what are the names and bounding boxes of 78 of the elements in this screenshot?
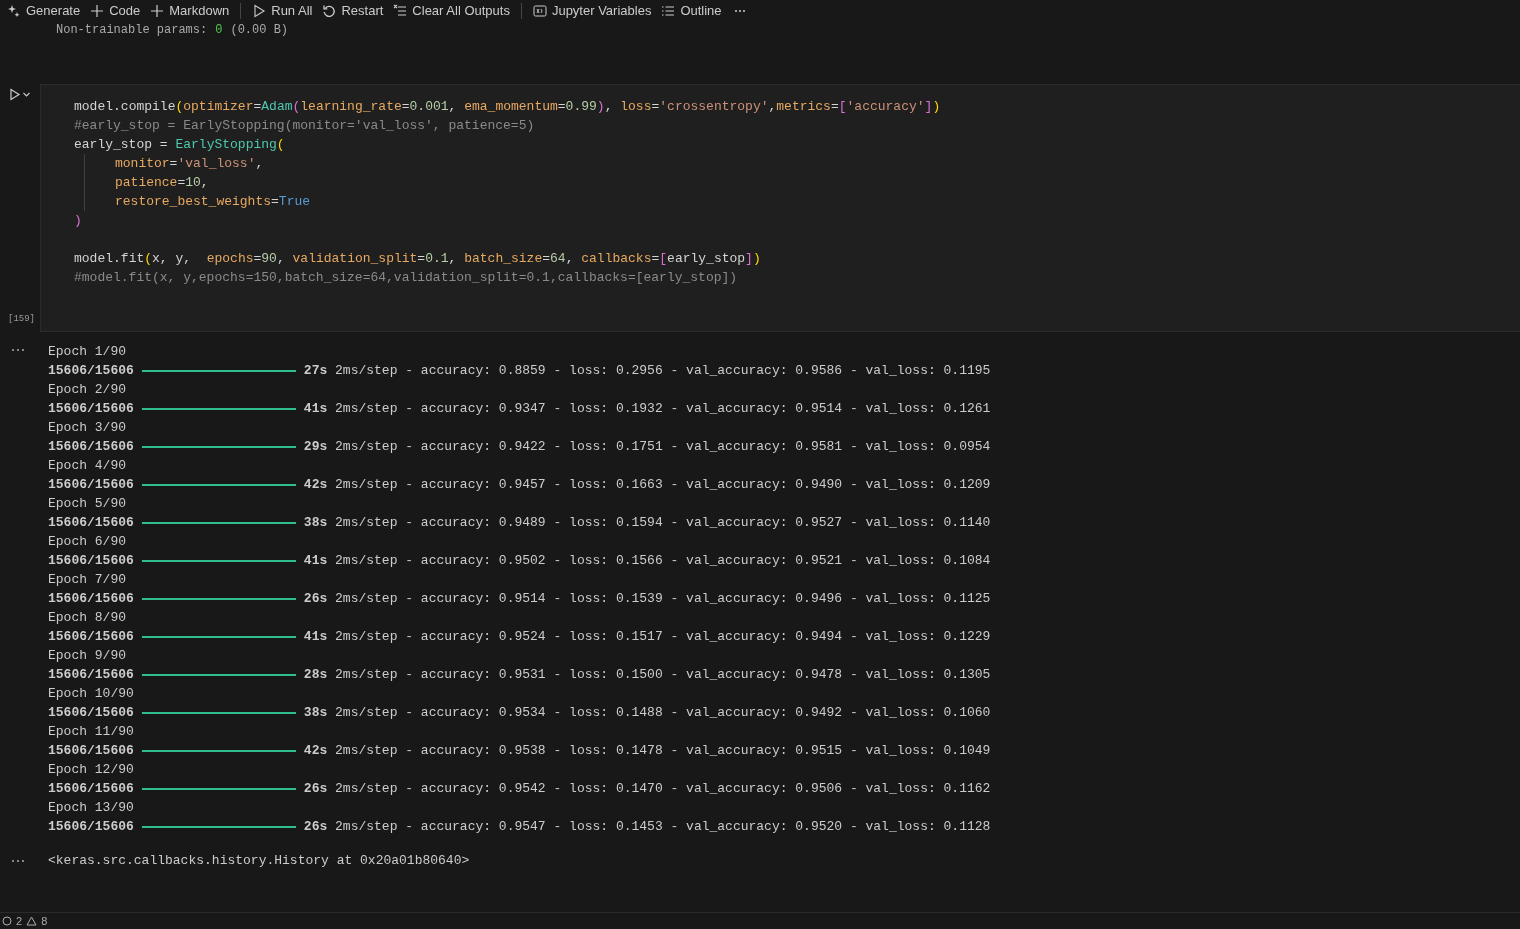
epoch-label: Epoch 5/90 bbox=[48, 495, 126, 513]
toolbar-button[interactable]: Jupyter Variables bbox=[529, 1, 655, 21]
training-stats: 29s 2ms/step - accuracy: 0.9422 - loss: 0.1751 - val_accuracy: 0.9581 - val_loss: 0.0954 bbox=[303, 438, 991, 456]
epoch-label: Epoch 9/90 bbox=[48, 647, 126, 665]
training-stats: 28s 2ms/step - accuracy: 0.9531 - loss: 0.1500 - val_accuracy: 0.9478 - val_loss: 0.1305 bbox=[303, 666, 991, 684]
clear-all-icon bbox=[393, 4, 408, 18]
list-icon bbox=[661, 4, 676, 18]
epoch-label: Epoch 11/90 bbox=[48, 723, 134, 741]
epoch-label: Epoch 12/90 bbox=[48, 761, 134, 779]
code-comment: #model.fit(x, y,epochs=150,batch_size=64,validation_split=0.1,callbacks=[early_stop]) bbox=[74, 268, 738, 287]
epoch-label: Epoch 4/90 bbox=[48, 457, 126, 475]
training-stats: 41s 2ms/step - accuracy: 0.9347 - loss: 0.1932 - val_accuracy: 0.9514 - val_loss: 0.1261 bbox=[303, 400, 991, 418]
output-text: Non-trainable params: bbox=[56, 24, 208, 36]
more-icon[interactable] bbox=[11, 348, 25, 352]
step-count: 15606/15606 bbox=[48, 666, 134, 684]
sparkle-icon bbox=[7, 4, 21, 18]
output-text: (0.00 B) bbox=[230, 24, 289, 36]
toolbar-button[interactable]: Outline bbox=[658, 1, 725, 21]
toolbar-button[interactable]: Code bbox=[87, 1, 144, 21]
output-text: <keras.src.callbacks.history.History at 0x20a01b80640> bbox=[48, 852, 470, 870]
epoch-label: Epoch 3/90 bbox=[48, 419, 126, 437]
step-count: 15606/15606 bbox=[48, 400, 134, 418]
code-line: ) bbox=[74, 211, 82, 230]
epoch-label: Epoch 13/90 bbox=[48, 799, 134, 817]
training-stats: 41s 2ms/step - accuracy: 0.9502 - loss: 0.1566 - val_accuracy: 0.9521 - val_loss: 0.1084 bbox=[303, 552, 991, 570]
training-stats: 38s 2ms/step - accuracy: 0.9534 - loss: 0.1488 - val_accuracy: 0.9492 - val_loss: 0.1060 bbox=[303, 704, 991, 722]
code-line: early_stop = EarlyStopping( bbox=[74, 135, 285, 154]
step-count: 15606/15606 bbox=[48, 514, 134, 532]
step-count: 15606/15606 bbox=[48, 628, 134, 646]
restart-icon bbox=[322, 4, 337, 18]
epoch-label: Epoch 10/90 bbox=[48, 685, 134, 703]
step-count: 15606/15606 bbox=[48, 704, 134, 722]
toolbar-button[interactable]: Markdown bbox=[147, 1, 233, 21]
training-stats: 38s 2ms/step - accuracy: 0.9489 - loss: 0.1594 - val_accuracy: 0.9527 - val_loss: 0.1140 bbox=[303, 514, 991, 532]
code-line: monitor='val_loss', bbox=[115, 154, 264, 173]
code-line: restore_best_weights=True bbox=[115, 192, 311, 211]
step-count: 15606/15606 bbox=[48, 362, 134, 380]
error-icon[interactable] bbox=[2, 916, 12, 926]
step-count: 15606/15606 bbox=[48, 742, 134, 760]
warning-icon[interactable] bbox=[26, 916, 38, 926]
run-all-icon bbox=[252, 4, 267, 18]
code-line: model.fit(x, y, epochs=90, validation_split=0.1, batch_size=64, callbacks=[early_stop]) bbox=[74, 249, 761, 268]
step-count: 15606/15606 bbox=[48, 780, 134, 798]
execution-count: [159] bbox=[8, 312, 35, 326]
epoch-label: Epoch 8/90 bbox=[48, 609, 126, 627]
variables-icon bbox=[532, 4, 547, 18]
plus-icon bbox=[90, 4, 105, 18]
code-line: model.compile(optimizer=Adam(learning_rate=0.001, ema_momentum=0.99), loss='crossentropy',metrics=['accuracy']) bbox=[74, 97, 941, 116]
chevron-down-icon[interactable] bbox=[22, 90, 31, 99]
plus-icon bbox=[150, 4, 165, 18]
training-stats: 42s 2ms/step - accuracy: 0.9457 - loss: 0.1663 - val_accuracy: 0.9490 - val_loss: 0.1209 bbox=[303, 476, 991, 494]
epoch-label: Epoch 7/90 bbox=[48, 571, 126, 589]
training-stats: 27s 2ms/step - accuracy: 0.8859 - loss: 0.2956 - val_accuracy: 0.9586 - val_loss: 0.1195 bbox=[303, 362, 991, 380]
training-stats: 41s 2ms/step - accuracy: 0.9524 - loss: 0.1517 - val_accuracy: 0.9494 - val_loss: 0.1229 bbox=[303, 628, 991, 646]
run-icon[interactable] bbox=[8, 88, 21, 101]
training-stats: 26s 2ms/step - accuracy: 0.9514 - loss: 0.1539 - val_accuracy: 0.9496 - val_loss: 0.1125 bbox=[303, 590, 991, 608]
step-count: 15606/15606 bbox=[48, 476, 134, 494]
code-line: patience=10, bbox=[115, 173, 209, 192]
epoch-label: Epoch 6/90 bbox=[48, 533, 126, 551]
warning-count[interactable]: 8 bbox=[41, 912, 48, 929]
step-count: 15606/15606 bbox=[48, 438, 134, 456]
toolbar-button[interactable]: Clear All Outputs bbox=[390, 1, 513, 21]
training-stats: 26s 2ms/step - accuracy: 0.9547 - loss: 0.1453 - val_accuracy: 0.9520 - val_loss: 0.1128 bbox=[303, 818, 991, 836]
step-count: 15606/15606 bbox=[48, 552, 134, 570]
epoch-label: Epoch 1/90 bbox=[48, 343, 126, 361]
step-count: 15606/15606 bbox=[48, 818, 134, 836]
toolbar-button[interactable]: Run All bbox=[249, 1, 316, 21]
epoch-label: Epoch 2/90 bbox=[48, 381, 126, 399]
code-cell[interactable] bbox=[40, 84, 1520, 332]
toolbar-button[interactable]: Restart bbox=[319, 1, 387, 21]
error-count[interactable]: 2 bbox=[16, 912, 23, 929]
training-stats: 26s 2ms/step - accuracy: 0.9542 - loss: 0.1470 - val_accuracy: 0.9506 - val_loss: 0.1162 bbox=[303, 780, 991, 798]
training-stats: 42s 2ms/step - accuracy: 0.9538 - loss: 0.1478 - val_accuracy: 0.9515 - val_loss: 0.1049 bbox=[303, 742, 991, 760]
step-count: 15606/15606 bbox=[48, 590, 134, 608]
more-icon[interactable] bbox=[11, 859, 25, 863]
code-comment: #early_stop = EarlyStopping(monitor='val_loss', patience=5) bbox=[74, 116, 535, 135]
toolbar-button[interactable]: Generate bbox=[4, 1, 84, 21]
output-value: 0 bbox=[215, 24, 223, 36]
